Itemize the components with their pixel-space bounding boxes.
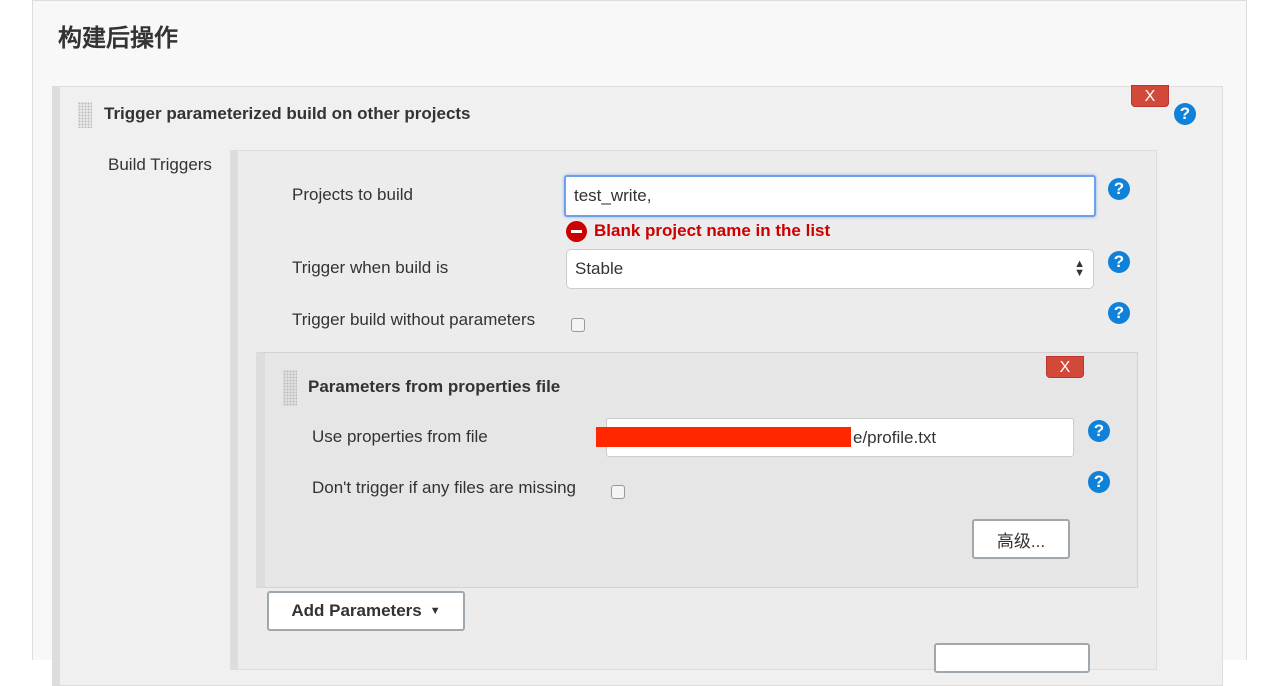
error-icon (566, 221, 587, 242)
redaction-bar (596, 427, 851, 447)
help-icon[interactable]: ? (1088, 471, 1110, 493)
step-title: Trigger parameterized build on other pro… (104, 104, 471, 123)
without-params-checkbox[interactable] (571, 318, 585, 332)
delete-step-button[interactable]: X (1131, 85, 1169, 107)
caret-down-icon: ▼ (429, 605, 441, 617)
file-label: Use properties from file (312, 427, 488, 446)
projects-label: Projects to build (292, 185, 413, 204)
without-params-label: Trigger build without parameters (292, 310, 536, 329)
trigger-when-select[interactable]: Stable ▲ ▼ (566, 249, 1094, 289)
drag-handle-icon[interactable] (283, 370, 297, 406)
delete-params-button[interactable]: X (1046, 356, 1084, 378)
help-icon[interactable]: ? (1108, 178, 1130, 200)
section-title: 构建后操作 (58, 25, 178, 52)
help-icon[interactable]: ? (1108, 302, 1130, 324)
help-icon[interactable]: ? (1174, 103, 1196, 125)
trigger-when-label: Trigger when build is (292, 258, 449, 277)
help-icon[interactable]: ? (1108, 251, 1130, 273)
advanced-button[interactable]: 高级... (972, 519, 1070, 559)
partial-button[interactable] (934, 643, 1090, 673)
add-parameters-button[interactable]: Add Parameters ▼ (267, 591, 465, 631)
build-triggers-label: Build Triggers (108, 155, 212, 174)
select-arrows-icon: ▲ ▼ (1074, 258, 1085, 279)
projects-input[interactable]: test_write, (564, 175, 1096, 217)
help-icon[interactable]: ? (1088, 420, 1110, 442)
params-title: Parameters from properties file (308, 377, 561, 396)
drag-handle-icon[interactable] (78, 102, 92, 128)
add-parameters-label: Add Parameters (291, 601, 422, 620)
select-value: Stable (575, 259, 624, 278)
error-message: Blank project name in the list (594, 221, 831, 240)
missing-checkbox[interactable] (611, 485, 625, 499)
missing-label: Don't trigger if any files are missing (312, 478, 577, 497)
